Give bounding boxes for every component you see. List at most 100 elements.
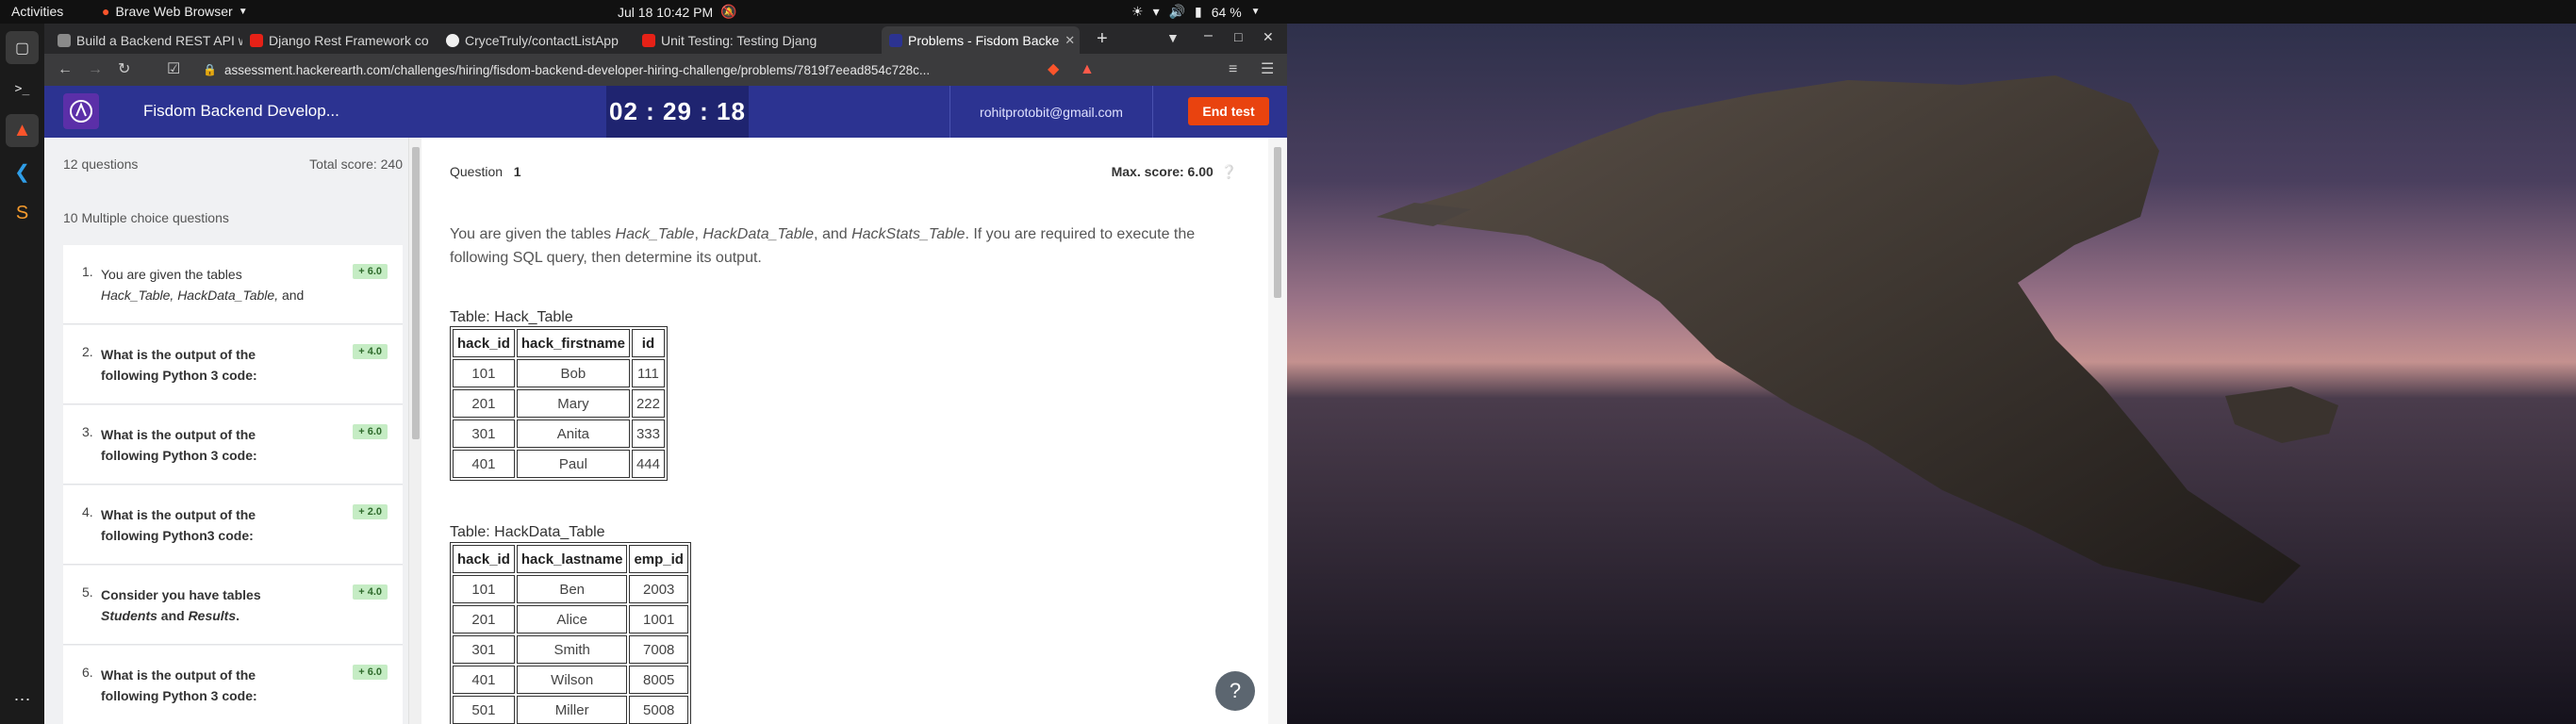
globe-icon	[58, 33, 71, 47]
user-email[interactable]: rohitprotobit@gmail.com	[949, 86, 1153, 138]
reading-list-icon[interactable]: ≡	[1229, 61, 1237, 78]
volume-icon: 🔊	[1168, 4, 1186, 19]
question-snippet: What is the output of the following Pyth…	[101, 347, 257, 383]
table-cell: Miller	[516, 696, 628, 724]
brave-icon[interactable]: ▲	[6, 114, 39, 147]
tab-build-backend[interactable]: Build a Backend REST API w	[50, 26, 242, 54]
maximize-icon[interactable]: □	[1234, 29, 1242, 44]
back-icon[interactable]: ←	[58, 61, 73, 78]
question-item-5[interactable]: 5. Consider you have tables Students and …	[63, 566, 403, 645]
tab-label: Django Rest Framework co	[269, 32, 429, 48]
column-header: hack_lastname	[516, 545, 628, 573]
table-cell: Anita	[516, 420, 630, 448]
question-label: Question 1	[450, 164, 521, 180]
countdown-timer: 02 : 29 : 18	[606, 86, 749, 138]
points-badge: + 6.0	[353, 264, 388, 279]
table-header-row: hack_id hack_lastname emp_id	[453, 545, 688, 573]
hackerearth-logo[interactable]	[63, 93, 99, 129]
table-cell: 401	[453, 666, 515, 694]
tab-django-rest[interactable]: Django Rest Framework co	[242, 26, 438, 54]
question-item-2[interactable]: 2. What is the output of the following Py…	[63, 325, 403, 404]
forward-icon[interactable]: →	[88, 61, 103, 78]
bookmark-icon[interactable]: ☑	[167, 61, 180, 78]
close-window-icon[interactable]: ✕	[1263, 29, 1274, 45]
reload-icon[interactable]: ↻	[118, 61, 130, 78]
table-cell: 444	[631, 450, 665, 478]
activities-button[interactable]: Activities	[11, 4, 63, 19]
clock[interactable]: Jul 18 10:42 PM 🔕	[618, 4, 737, 20]
question-item-3[interactable]: 3. What is the output of the following Py…	[63, 405, 403, 485]
points-badge: + 4.0	[353, 584, 388, 600]
brave-shields-icon[interactable]: ◆	[1048, 61, 1059, 78]
table-cell: 111	[631, 359, 665, 387]
files-icon[interactable]: ▢	[6, 31, 39, 64]
mcq-section-label: 10 Multiple choice questions	[63, 210, 229, 225]
chevron-down-icon: ▼	[238, 6, 248, 17]
question-item-4[interactable]: 4. What is the output of the following Py…	[63, 485, 403, 565]
table-cell: 201	[453, 389, 515, 418]
table1-caption: Table: Hack_Table	[450, 309, 573, 325]
new-tab-icon[interactable]: +	[1097, 28, 1108, 50]
table-cell: 2003	[629, 575, 688, 603]
question-number: 6.	[82, 665, 93, 680]
sidebar-scroll-thumb[interactable]	[412, 147, 420, 439]
minimize-icon[interactable]: –	[1204, 27, 1213, 44]
vscode-icon[interactable]: ❮	[6, 156, 39, 189]
table-row: 301 Smith 7008	[453, 635, 688, 664]
sidebar-summary: 12 questions Total score: 240	[63, 156, 403, 172]
table-cell: 7008	[629, 635, 688, 664]
help-button[interactable]: ?	[1215, 671, 1255, 711]
system-tray[interactable]: ☀ ▾ 🔊 ▮ 64 % ▼	[1131, 4, 1261, 20]
system-top-bar: Activities ● Brave Web Browser ▼ Jul 18 …	[0, 0, 2576, 24]
terminal-icon[interactable]: >_	[6, 73, 39, 106]
show-apps-icon[interactable]: ⋯	[6, 683, 39, 716]
table-cell: Mary	[516, 389, 630, 418]
dock: ▢ >_ ▲ ❮ S ⋯	[0, 24, 44, 724]
column-header: emp_id	[629, 545, 688, 573]
table-cell: Ben	[516, 575, 628, 603]
question-prompt: You are given the tables Hack_Table, Hac…	[450, 226, 1196, 266]
battery-label: 64 %	[1211, 4, 1242, 20]
tab-github-contactlist[interactable]: CryceTruly/contactListApp	[438, 26, 635, 54]
tab-label: Problems - Fisdom Backe	[908, 32, 1060, 48]
youtube-icon	[250, 33, 263, 47]
tab-bar: Build a Backend REST API w Django Rest F…	[44, 24, 1287, 54]
question-snippet: Consider you have tables Students and Re…	[101, 587, 261, 623]
question-header: Question 1 Max. score: 6.00 ❔	[450, 164, 1237, 180]
tab-search-icon[interactable]: ▼	[1166, 30, 1180, 45]
end-test-button[interactable]: End test	[1188, 97, 1269, 125]
question-item-1[interactable]: 1. You are given the tables Hack_Table, H…	[63, 245, 403, 324]
lock-icon: 🔒	[203, 63, 217, 76]
table2-caption: Table: HackData_Table	[450, 524, 605, 540]
tab-unit-testing[interactable]: Unit Testing: Testing Djang	[635, 26, 831, 54]
youtube-icon	[642, 33, 655, 47]
main-scroll-thumb[interactable]	[1274, 147, 1281, 298]
table-cell: Alice	[516, 605, 628, 634]
question-item-6[interactable]: 6. What is the output of the following Py…	[63, 646, 403, 724]
points-badge: + 2.0	[353, 504, 388, 519]
address-bar[interactable]: 🔒 assessment.hackerearth.com/challenges/…	[195, 58, 1006, 81]
close-icon[interactable]: ✕	[1065, 33, 1075, 48]
main-scrollbar[interactable]	[1268, 138, 1287, 724]
tab-problems-fisdom[interactable]: Problems - Fisdom Backe ✕	[882, 26, 1080, 54]
table-cell: 501	[453, 696, 515, 724]
app-menu[interactable]: ● Brave Web Browser ▼	[102, 4, 248, 19]
max-score: Max. score: 6.00 ❔	[1112, 164, 1237, 180]
sublime-icon[interactable]: S	[6, 197, 39, 230]
column-header: hack_id	[453, 545, 515, 573]
help-circle-icon[interactable]: ❔	[1221, 164, 1237, 179]
table-row: 201 Mary 222	[453, 389, 665, 418]
sidebar-scrollbar[interactable]	[408, 138, 421, 724]
table-cell: Smith	[516, 635, 628, 664]
app-header: Fisdom Backend Develop... 02 : 29 : 18 r…	[44, 86, 1287, 138]
table-row: 501 Miller 5008	[453, 696, 688, 724]
question-count: 12 questions	[63, 156, 139, 172]
tab-label: CryceTruly/contactListApp	[465, 32, 619, 48]
menu-icon[interactable]: ☰	[1261, 61, 1274, 78]
table-row: 401 Wilson 8005	[453, 666, 688, 694]
table-cell: 101	[453, 575, 515, 603]
brave-rewards-icon[interactable]: ▲	[1080, 61, 1095, 78]
question-snippet: What is the output of the following Pyth…	[101, 507, 256, 543]
question-number: 3.	[82, 424, 93, 439]
url-text: assessment.hackerearth.com/challenges/hi…	[223, 62, 931, 77]
